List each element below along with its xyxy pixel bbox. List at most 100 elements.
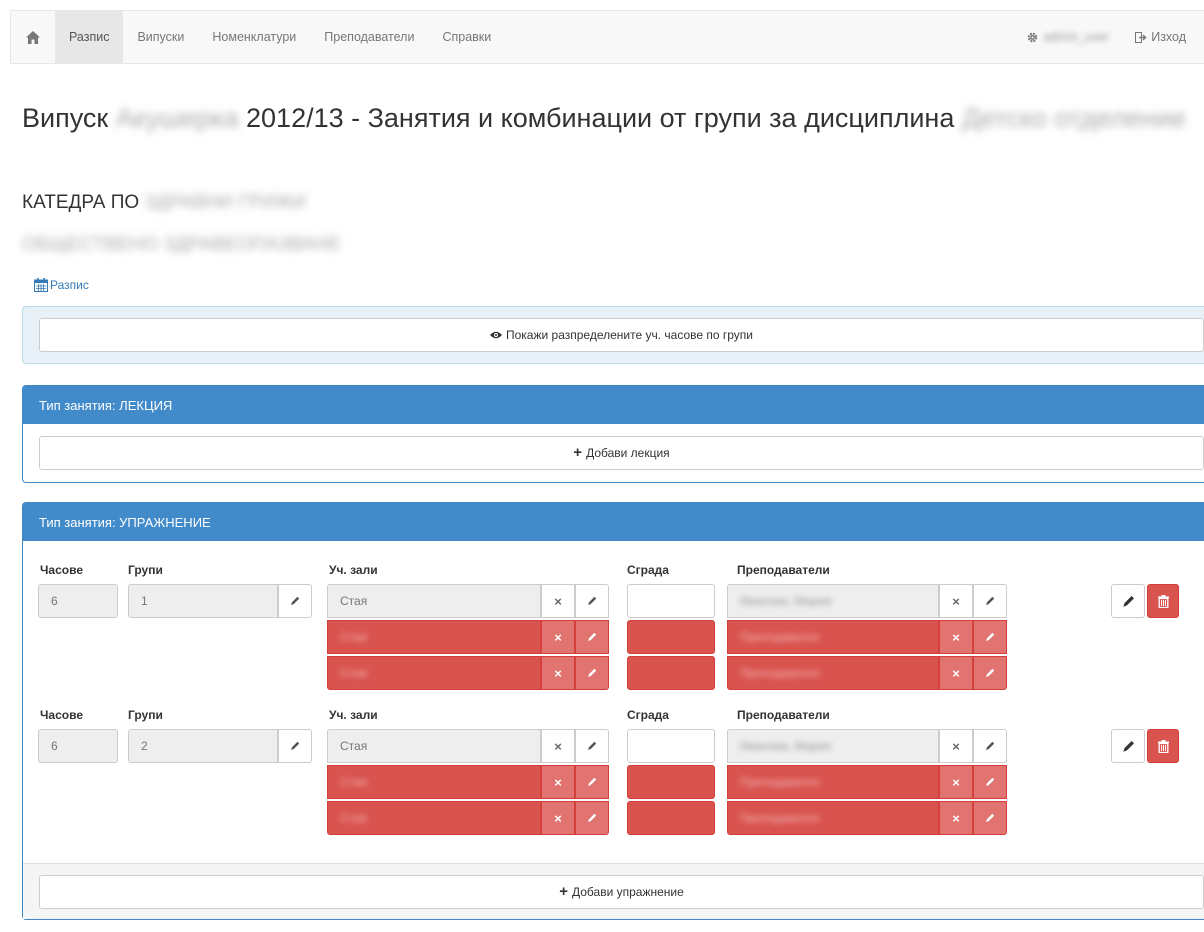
top-navbar: Разпис Випуски Номенклатури Преподавател… xyxy=(10,10,1204,64)
nav-item-nomenclatures[interactable]: Номенклатури xyxy=(198,11,310,63)
exercise-panel-footer: + Добави упражнение xyxy=(23,863,1204,919)
building-field-extra[interactable] xyxy=(627,765,715,799)
teacher-select[interactable]: Иванова, Мария xyxy=(727,729,939,763)
teacher-select-extra[interactable]: Преподавател xyxy=(727,620,939,654)
clear-teacher-button[interactable]: × xyxy=(939,729,973,763)
edit-room-button[interactable] xyxy=(575,620,609,654)
edit-group-button[interactable] xyxy=(278,584,312,618)
building-field[interactable] xyxy=(627,584,715,618)
home-button[interactable] xyxy=(11,11,55,63)
logout-button[interactable]: Изход xyxy=(1123,30,1204,44)
edit-teacher-button[interactable] xyxy=(973,656,1007,690)
room-select-extra[interactable]: Стая xyxy=(327,765,541,799)
teacher-select-extra[interactable]: Преподавател xyxy=(727,801,939,835)
show-hours-button[interactable]: Покажи разпределените уч. часове по груп… xyxy=(39,318,1204,352)
edit-teacher-button[interactable] xyxy=(973,620,1007,654)
clear-teacher-button[interactable]: × xyxy=(939,620,973,654)
page-title: Випуск Акушерка 2012/13 - Занятия и комб… xyxy=(22,98,1202,138)
title-prefix: Випуск xyxy=(22,103,109,133)
close-icon: × xyxy=(554,810,562,826)
edit-group-button[interactable] xyxy=(278,729,312,763)
teacher-select-extra[interactable]: Преподавател xyxy=(727,765,939,799)
clear-teacher-button[interactable]: × xyxy=(939,801,973,835)
pencil-icon xyxy=(1122,740,1134,752)
clear-room-button[interactable]: × xyxy=(541,656,575,690)
edit-room-button[interactable] xyxy=(575,801,609,835)
gear-icon xyxy=(1027,32,1038,42)
nav-item-releases[interactable]: Випуски xyxy=(123,11,198,63)
nav-item-schedule[interactable]: Разпис xyxy=(55,11,124,63)
teacher-select-extra[interactable]: Преподавател xyxy=(727,656,939,690)
close-icon: × xyxy=(554,665,562,681)
clear-teacher-button[interactable]: × xyxy=(939,656,973,690)
pencil-icon xyxy=(588,596,597,605)
clear-room-button[interactable]: × xyxy=(541,584,575,618)
label-rooms: Уч. зали xyxy=(329,708,378,722)
room-select-extra[interactable]: Стая xyxy=(327,656,541,690)
room-select-extra[interactable]: Стая xyxy=(327,801,541,835)
close-icon: × xyxy=(554,774,562,790)
add-lecture-label: Добави лекция xyxy=(586,446,670,460)
edit-row-button[interactable] xyxy=(1111,584,1145,618)
teacher-value: Преподавател xyxy=(740,666,820,680)
label-building: Сграда xyxy=(627,708,669,722)
label-hours: Часове xyxy=(40,563,84,577)
close-icon: × xyxy=(952,593,960,609)
schedule-link[interactable]: Разпис xyxy=(34,278,89,292)
group-input[interactable]: 2 xyxy=(128,729,278,763)
room-value: Стая xyxy=(340,630,368,644)
room-value: Стая xyxy=(340,666,368,680)
edit-room-button[interactable] xyxy=(575,729,609,763)
schedule-link-label: Разпис xyxy=(50,278,89,292)
add-exercise-button[interactable]: + Добави упражнение xyxy=(39,875,1204,909)
add-lecture-button[interactable]: + Добави лекция xyxy=(39,436,1204,470)
label-teachers: Преподаватели xyxy=(737,563,830,577)
teacher-value: Преподавател xyxy=(740,811,820,825)
teacher-select[interactable]: Иванова, Мария xyxy=(727,584,939,618)
dept-line2: ОБЩЕСТВЕНО ЗДРАВЕОПАЗВАНЕ xyxy=(22,234,341,255)
department-heading: КАТЕДРА ПО ЗДРАВНИ ГРИЖИ xyxy=(22,186,306,220)
edit-teacher-button[interactable] xyxy=(973,729,1007,763)
pencil-icon xyxy=(986,632,995,641)
delete-row-button[interactable] xyxy=(1147,729,1179,763)
hours-input[interactable]: 6 xyxy=(38,729,118,763)
group-input[interactable]: 1 xyxy=(128,584,278,618)
clear-room-button[interactable]: × xyxy=(541,620,575,654)
building-field-extra[interactable] xyxy=(627,620,715,654)
clear-teacher-button[interactable]: × xyxy=(939,765,973,799)
building-field-extra[interactable] xyxy=(627,801,715,835)
edit-room-button[interactable] xyxy=(575,656,609,690)
edit-teacher-button[interactable] xyxy=(973,584,1007,618)
nav-item-reports[interactable]: Справки xyxy=(428,11,505,63)
lecture-panel-title: Тип занятия: ЛЕКЦИЯ xyxy=(23,386,1204,424)
edit-teacher-button[interactable] xyxy=(973,801,1007,835)
edit-room-button[interactable] xyxy=(575,765,609,799)
label-rooms: Уч. зали xyxy=(329,563,378,577)
building-field-extra[interactable] xyxy=(627,656,715,690)
hours-well: Покажи разпределените уч. часове по груп… xyxy=(22,306,1204,364)
home-icon xyxy=(26,30,40,44)
trash-icon xyxy=(1157,739,1169,753)
delete-row-button[interactable] xyxy=(1147,584,1179,618)
room-select[interactable]: Стая xyxy=(327,584,541,618)
building-field[interactable] xyxy=(627,729,715,763)
logout-icon xyxy=(1135,31,1147,43)
teacher-value: Преподавател xyxy=(740,775,820,789)
edit-teacher-button[interactable] xyxy=(973,765,1007,799)
clear-room-button[interactable]: × xyxy=(541,729,575,763)
clear-room-button[interactable]: × xyxy=(541,801,575,835)
nav-item-teachers[interactable]: Преподаватели xyxy=(310,11,428,63)
clear-room-button[interactable]: × xyxy=(541,765,575,799)
edit-row-button[interactable] xyxy=(1111,729,1145,763)
room-select-extra[interactable]: Стая xyxy=(327,620,541,654)
user-menu[interactable]: admin_user xyxy=(1013,30,1123,44)
teacher-value: Преподавател xyxy=(740,630,820,644)
pencil-icon xyxy=(291,596,300,605)
teacher-value: Иванова, Мария xyxy=(740,594,832,608)
room-select[interactable]: Стая xyxy=(327,729,541,763)
title-program: Акушерка xyxy=(115,103,239,133)
edit-room-button[interactable] xyxy=(575,584,609,618)
hours-input[interactable]: 6 xyxy=(38,584,118,618)
clear-teacher-button[interactable]: × xyxy=(939,584,973,618)
user-name: admin_user xyxy=(1043,30,1110,44)
